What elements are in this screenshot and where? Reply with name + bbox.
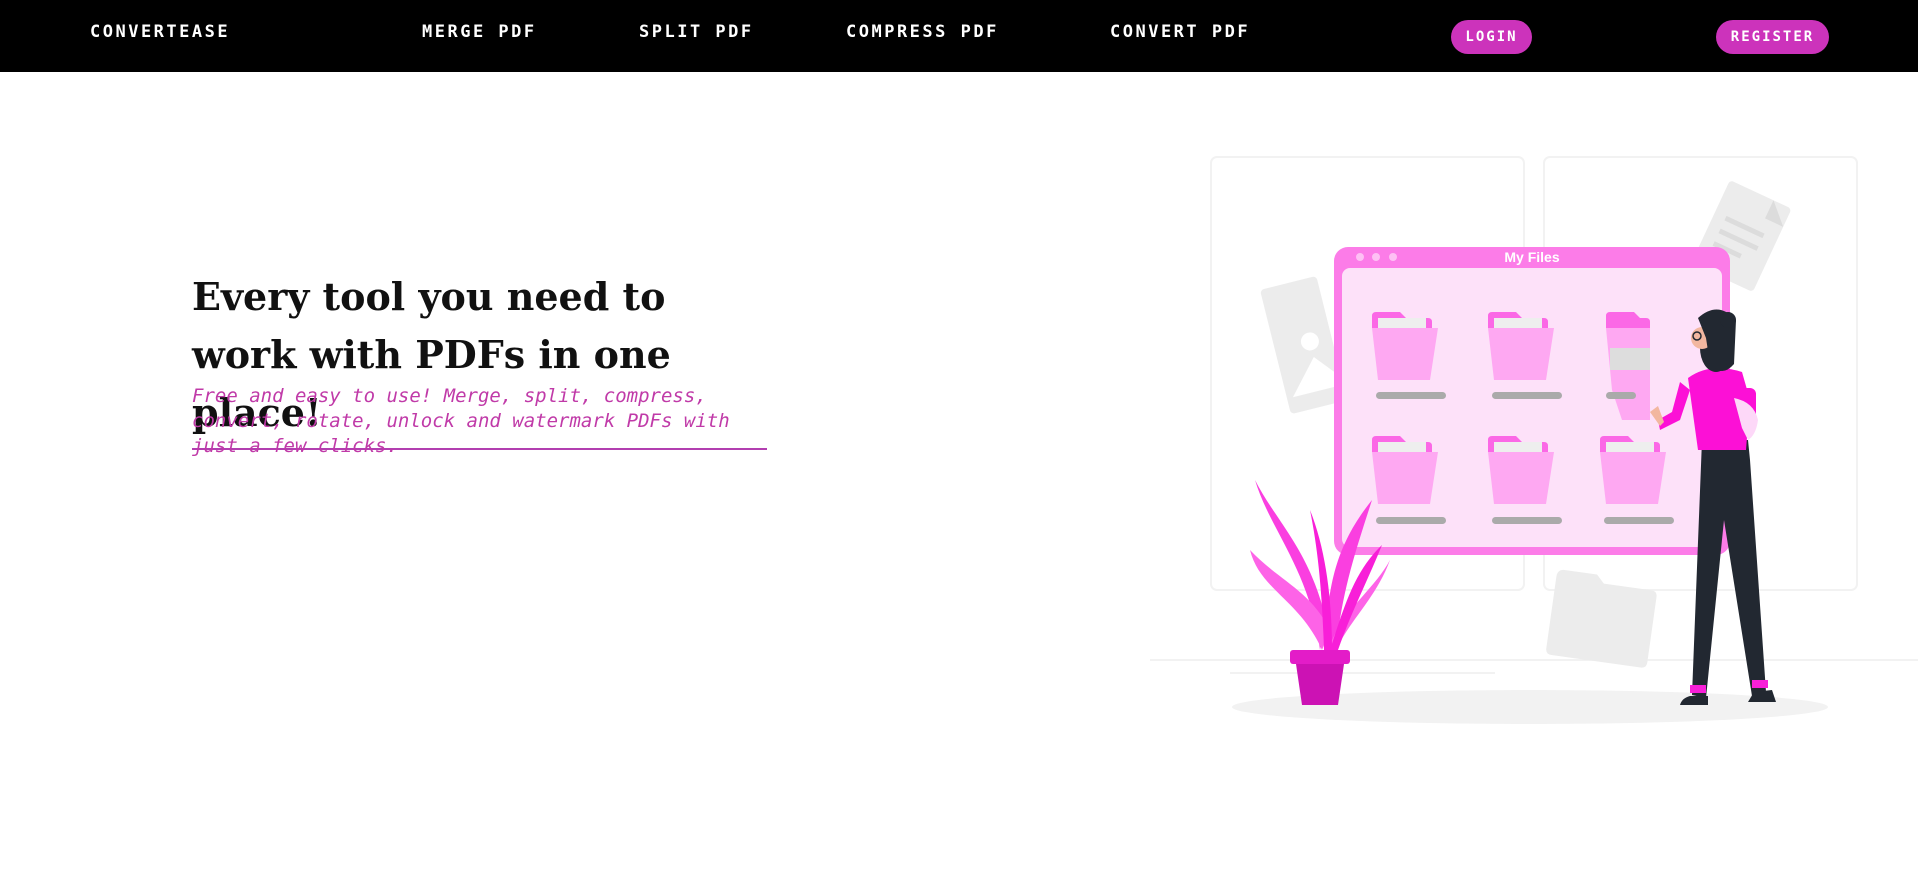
files-illustration: My Files: [1150, 156, 1918, 724]
nav-merge-pdf[interactable]: MERGE PDF: [422, 22, 537, 42]
login-button[interactable]: LOGIN: [1451, 20, 1532, 54]
top-navbar: CONVERTEASE MERGE PDF SPLIT PDF COMPRESS…: [0, 0, 1918, 72]
nav-convert-pdf[interactable]: CONVERT PDF: [1110, 22, 1250, 42]
nav-split-pdf[interactable]: SPLIT PDF: [639, 22, 754, 42]
folder-card-icon: [1546, 569, 1657, 668]
hero-subtitle: Free and easy to use! Merge, split, comp…: [192, 385, 730, 457]
register-button[interactable]: REGISTER: [1716, 20, 1829, 54]
window-title: My Files: [1504, 249, 1559, 265]
brand-logo[interactable]: CONVERTEASE: [90, 22, 230, 42]
nav-compress-pdf[interactable]: COMPRESS PDF: [846, 22, 999, 42]
my-files-window: My Files: [1334, 247, 1730, 555]
